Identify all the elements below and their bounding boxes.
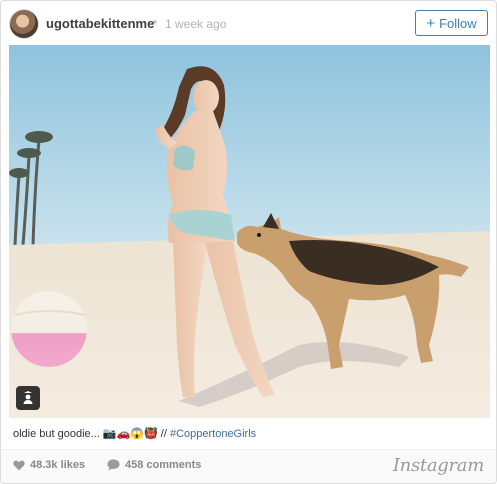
caption-text: oldie but goodie... — [13, 428, 100, 440]
post-footer: 48.3k likes 458 comments Instagram — [1, 450, 496, 483]
user-tag-icon — [23, 391, 33, 404]
post-time-link[interactable]: 1 week ago — [165, 17, 226, 31]
post-header: ugottabekittenme • 1 week ago + Follow — [1, 1, 496, 45]
follow-button-label: Follow — [439, 15, 477, 31]
heart-icon — [13, 460, 25, 470]
follow-button[interactable]: + Follow — [415, 10, 488, 36]
post-caption: oldie but goodie... 📷🚗😱👹 // #CoppertoneG… — [13, 427, 256, 440]
caption-separator: // — [157, 428, 170, 440]
instagram-embed-card: ugottabekittenme • 1 week ago + Follow o… — [0, 0, 497, 484]
comments-count[interactable]: 458 comments — [107, 459, 201, 471]
caption-emoji: 📷🚗😱👹 — [102, 428, 158, 440]
username-link[interactable]: ugottabekittenme — [46, 16, 154, 31]
plus-icon: + — [426, 14, 436, 32]
post-photo[interactable] — [9, 45, 490, 418]
likes-label: 48.3k likes — [30, 459, 86, 471]
user-tag-button[interactable] — [16, 386, 40, 410]
speech-bubble-icon — [107, 459, 120, 471]
avatar[interactable] — [9, 9, 39, 39]
likes-count[interactable]: 48.3k likes — [13, 459, 85, 471]
instagram-logo[interactable]: Instagram — [393, 455, 484, 476]
hashtag-link[interactable]: #CoppertoneGirls — [170, 428, 256, 440]
comments-label: 458 comments — [125, 459, 202, 471]
separator-dot: • — [153, 15, 158, 29]
